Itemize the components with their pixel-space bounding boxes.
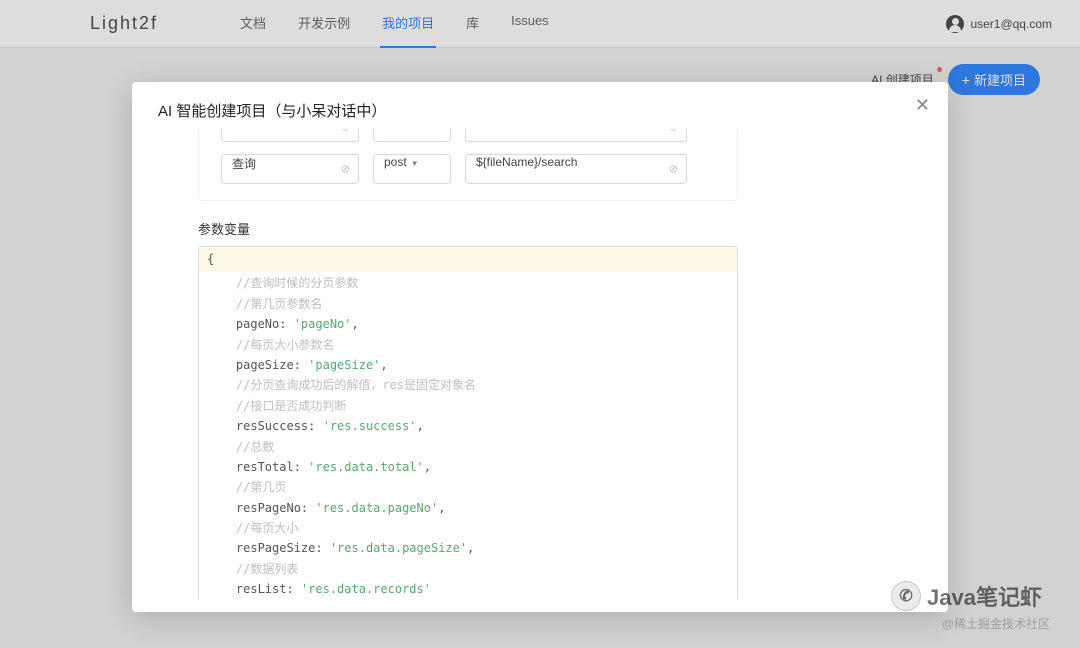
api-method-select[interactable]: post▼	[373, 129, 451, 142]
api-url-input[interactable]: ${fileName}/removeByIds⊘	[465, 129, 687, 142]
modal-overlay: ✕ AI 智能创建项目（与小呆对话中） 删除多条⊘ post▼ ${fileName…	[0, 0, 1080, 648]
code-rest: //查询时候的分页参数 //第几页参数名 pageNo: 'pageNo', /…	[199, 271, 737, 599]
clear-icon[interactable]: ⊘	[669, 163, 678, 176]
params-label: 参数变量	[198, 219, 914, 238]
api-name-input[interactable]: 查询⊘	[221, 154, 359, 184]
api-row: 查询⊘ post▼ ${fileName}/search⊘	[221, 154, 715, 184]
code-first-line: {	[199, 247, 737, 271]
clear-icon[interactable]: ⊘	[669, 129, 678, 134]
api-url-input[interactable]: ${fileName}/search⊘	[465, 154, 687, 184]
modal-title: AI 智能创建项目（与小呆对话中）	[158, 100, 922, 121]
ai-create-modal: ✕ AI 智能创建项目（与小呆对话中） 删除多条⊘ post▼ ${fileName…	[132, 82, 948, 612]
clear-icon[interactable]: ⊘	[341, 163, 350, 176]
api-method-select[interactable]: post▼	[373, 154, 451, 184]
api-name-input[interactable]: 删除多条⊘	[221, 129, 359, 142]
api-row: 删除多条⊘ post▼ ${fileName}/removeByIds⊘	[221, 129, 715, 142]
chevron-down-icon: ▼	[411, 159, 419, 168]
close-icon[interactable]: ✕	[915, 96, 930, 114]
modal-body[interactable]: 删除多条⊘ post▼ ${fileName}/removeByIds⊘ 查询⊘ pos…	[158, 129, 922, 599]
params-code-area[interactable]: { //查询时候的分页参数 //第几页参数名 pageNo: 'pageNo',…	[198, 246, 738, 599]
clear-icon[interactable]: ⊘	[341, 129, 350, 134]
api-config-block: 删除多条⊘ post▼ ${fileName}/removeByIds⊘ 查询⊘ pos…	[198, 129, 738, 201]
